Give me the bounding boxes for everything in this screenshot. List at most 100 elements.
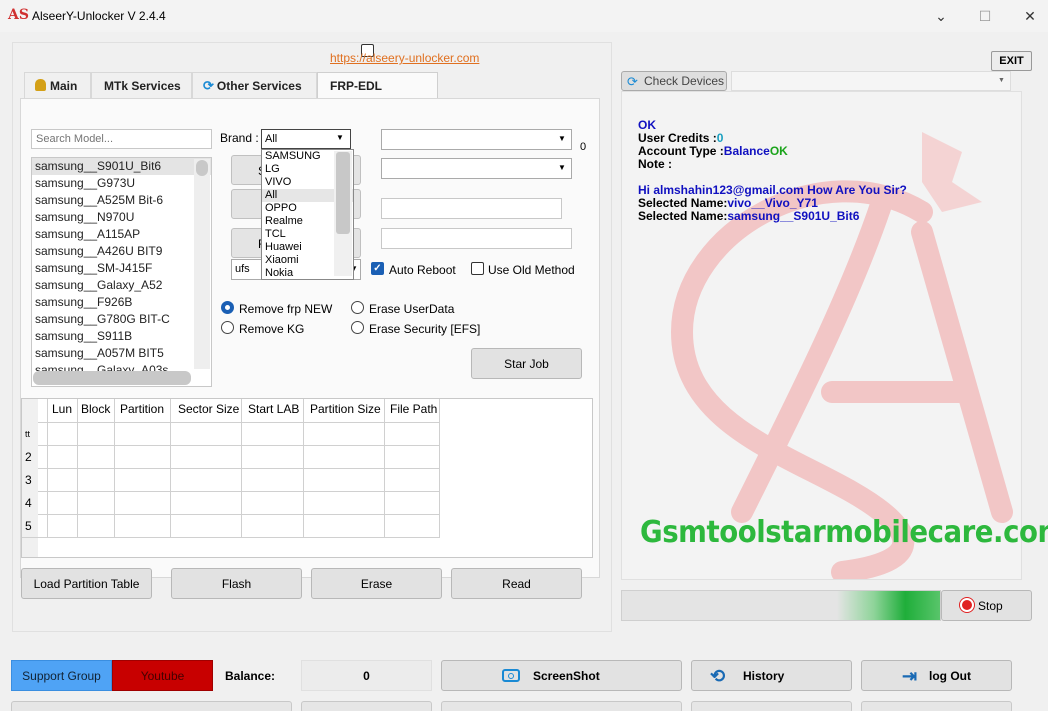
progress-fill xyxy=(837,591,940,620)
model-item[interactable]: samsung__A525M Bit-6 xyxy=(32,192,211,209)
selected-name-label: Selected Name: xyxy=(638,196,728,210)
maximize-button[interactable]: ☐ xyxy=(970,6,1000,26)
note-label: Note : xyxy=(638,157,672,171)
check-devices-button[interactable]: ⟳ Check Devices xyxy=(621,71,727,91)
youtube-button[interactable]: Youtube xyxy=(112,660,213,691)
bottom-row-button-4[interactable] xyxy=(691,701,852,711)
flash-button[interactable]: Flash xyxy=(171,568,302,599)
model-item[interactable]: samsung__G780G BIT-C xyxy=(32,311,211,328)
minimize-button[interactable]: ⌄ xyxy=(926,6,956,26)
column-header-file-path[interactable]: File Path xyxy=(390,402,437,422)
grid-line xyxy=(22,537,440,538)
column-header-block[interactable]: Block xyxy=(81,402,110,422)
column-header-partition[interactable]: Partition xyxy=(120,402,164,422)
erase-userdata-radio[interactable] xyxy=(351,301,364,314)
app-logo-icon: AS xyxy=(8,7,29,23)
model-item[interactable]: samsung__G973U xyxy=(32,175,211,192)
selected-device-value: vivo__Vivo_Y71 xyxy=(727,196,818,210)
column-header-lun[interactable]: Lun xyxy=(52,402,72,422)
dragon-logo-watermark xyxy=(670,132,1013,579)
storage-type-value: ufs xyxy=(235,263,250,275)
account-type-value: Balance xyxy=(723,144,770,158)
history-label: History xyxy=(743,669,785,683)
auto-reboot-checkbox[interactable]: ✓ xyxy=(371,262,384,275)
exit-button[interactable]: EXIT xyxy=(991,51,1032,71)
balance-value: 0 xyxy=(301,660,432,691)
selected-model-value: samsung__S901U_Bit6 xyxy=(727,209,860,223)
row-number: 4 xyxy=(25,496,32,510)
search-model-input[interactable] xyxy=(31,129,212,149)
logout-label: log Out xyxy=(929,669,971,683)
refresh-icon: ⟳ xyxy=(627,74,638,89)
column-header-partition-size[interactable]: Partition Size xyxy=(310,402,381,422)
user-icon xyxy=(35,79,46,91)
erase-userdata-label: Erase UserData xyxy=(369,302,455,316)
model-item[interactable]: samsung__A057M BIT5 xyxy=(32,345,211,362)
model-list-horizontal-scrollbar[interactable] xyxy=(33,371,191,385)
support-group-button[interactable]: Support Group xyxy=(11,660,112,691)
file-path-field-1[interactable] xyxy=(381,198,562,219)
use-old-method-label: Use Old Method xyxy=(488,263,575,277)
tab-other-services[interactable]: ⟳ Other Services xyxy=(192,72,317,98)
model-item[interactable]: samsung__SM-J415F xyxy=(32,260,211,277)
load-partition-table-button[interactable]: Load Partition Table xyxy=(21,568,152,599)
model-item[interactable]: samsung__N970U xyxy=(32,209,211,226)
model-item[interactable]: samsung__F926B xyxy=(32,294,211,311)
brand-label: Brand : xyxy=(220,131,259,145)
read-button[interactable]: Read xyxy=(451,568,582,599)
close-button[interactable]: ✕ xyxy=(1015,6,1045,26)
brand-dropdown-scroll-thumb[interactable] xyxy=(336,152,350,234)
bottom-row-button-2[interactable] xyxy=(301,701,432,711)
use-old-method-checkbox[interactable] xyxy=(471,262,484,275)
remove-kg-radio[interactable] xyxy=(221,321,234,334)
model-item[interactable]: samsung__A115AP xyxy=(32,226,211,243)
model-list-vertical-scrollbar[interactable] xyxy=(194,159,210,369)
column-header-start-lab[interactable]: Start LAB xyxy=(248,402,299,422)
screenshot-button[interactable]: ScreenShot xyxy=(441,660,682,691)
logout-button[interactable]: ⇥ log Out xyxy=(861,660,1012,691)
model-list-scroll-thumb[interactable] xyxy=(196,160,208,176)
row-number: 2 xyxy=(25,450,32,464)
model-select[interactable] xyxy=(381,129,572,150)
auto-reboot-label: Auto Reboot xyxy=(389,263,456,277)
history-icon: ⟲ xyxy=(710,666,726,686)
remove-frp-new-radio[interactable] xyxy=(221,301,234,314)
model-item[interactable]: samsung__S901U_Bit6 xyxy=(32,158,211,175)
grid-line xyxy=(38,422,440,423)
model-list[interactable]: samsung__S901U_Bit6 samsung__G973U samsu… xyxy=(31,157,212,387)
brand-selected-value: All xyxy=(265,133,278,145)
row-number: 5 xyxy=(25,519,32,533)
erase-button[interactable]: Erase xyxy=(311,568,442,599)
file-path-field-2[interactable] xyxy=(381,228,572,249)
history-button[interactable]: ⟲ History xyxy=(691,660,852,691)
bottom-row-button-3[interactable] xyxy=(441,701,682,711)
device-select[interactable] xyxy=(731,71,1011,91)
stop-button[interactable]: Stop xyxy=(941,590,1032,621)
model-item[interactable]: samsung__A426U BIT9 xyxy=(32,243,211,260)
erase-security-radio[interactable] xyxy=(351,321,364,334)
model-item[interactable]: samsung__Galaxy_A52 xyxy=(32,277,211,294)
selected-device: Selected Name:vivo__Vivo_Y71 xyxy=(638,196,818,210)
tab-mtk-label: MTk Services xyxy=(104,79,181,93)
count-label: 0 xyxy=(580,141,587,153)
progress-bar xyxy=(621,590,941,621)
window-title: AlseerY-Unlocker V 2.4.4 xyxy=(32,9,166,23)
website-link[interactable]: https://alseery-unlocker.com xyxy=(330,51,479,65)
model-item[interactable]: samsung__S911B xyxy=(32,328,211,345)
chevron-down-icon: ▼ xyxy=(998,77,1005,84)
tab-mtk-services[interactable]: MTk Services xyxy=(91,72,192,98)
camera-lens-icon xyxy=(508,673,514,679)
tab-main[interactable]: Main xyxy=(24,72,91,98)
stop-icon xyxy=(960,598,974,612)
row-number: 3 xyxy=(25,473,32,487)
tab-frp-edl-services[interactable]: FRP-EDL Services xyxy=(317,72,438,119)
bottom-row-button-1[interactable] xyxy=(11,701,292,711)
account-type: Account Type :BalanceOK xyxy=(638,144,788,158)
port-select[interactable] xyxy=(381,158,572,179)
star-job-button[interactable]: Star Job xyxy=(471,348,582,379)
bottom-row-button-5[interactable] xyxy=(861,701,1012,711)
remove-frp-new-label: Remove frp NEW xyxy=(239,302,333,316)
screenshot-label: ScreenShot xyxy=(533,669,600,683)
row-header: tt xyxy=(25,429,31,439)
column-header-sector-size[interactable]: Sector Size xyxy=(178,402,239,422)
